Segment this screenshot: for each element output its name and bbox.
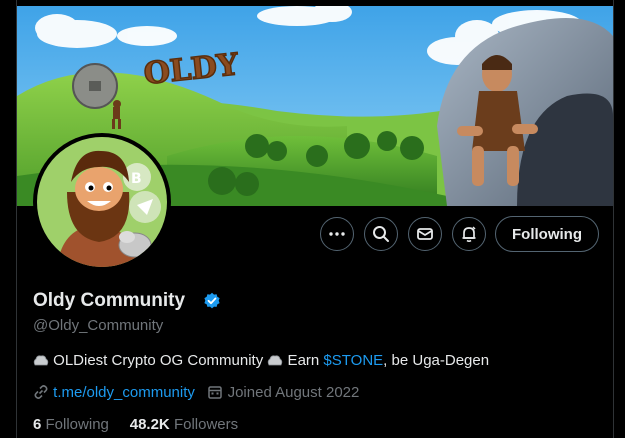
user-handle: @Oldy_Community [33,317,164,334]
rock-icon [268,355,283,366]
profile-bio: OLDiest Crypto OG Community Earn $STONE,… [33,352,489,369]
bell-icon [462,226,476,242]
followers-stat[interactable]: 48.2K Followers [130,416,238,433]
right-gutter [614,0,625,438]
joined-date: Joined August 2022 [227,384,360,401]
rock-icon [33,355,49,366]
followers-label: Followers [173,416,239,433]
search-icon [373,226,389,242]
bio-text-2: Earn [283,352,324,369]
following-count: 6 [33,416,42,433]
more-horizontal-icon [329,232,345,236]
following-label: Following [45,416,109,433]
calendar-icon [208,386,223,399]
envelope-icon [417,228,433,240]
following-button[interactable]: Following [495,216,599,252]
avatar[interactable]: B [33,133,171,271]
cashtag-link[interactable]: $STONE [323,352,383,369]
following-stat[interactable]: 6 Following [33,416,109,433]
left-gutter [0,0,16,438]
website-link[interactable]: t.me/oldy_community [53,384,195,401]
followers-count: 48.2K [129,416,170,433]
verified-badge-icon[interactable] [203,292,221,310]
svg-text:B: B [131,171,142,187]
notifications-button[interactable] [452,217,486,251]
message-button[interactable] [408,217,442,251]
display-name: Oldy Community [33,290,186,311]
link-icon [34,385,48,399]
follow-stats: 6 Following 48.2K Followers [33,416,238,433]
search-button[interactable] [364,217,398,251]
more-button[interactable] [320,217,354,251]
bio-text-3: , be Uga-Degen [383,352,490,369]
bio-text-1: OLDiest Crypto OG Community [49,352,268,369]
profile-meta: t.me/oldy_community Joined August 2022 [33,384,359,401]
